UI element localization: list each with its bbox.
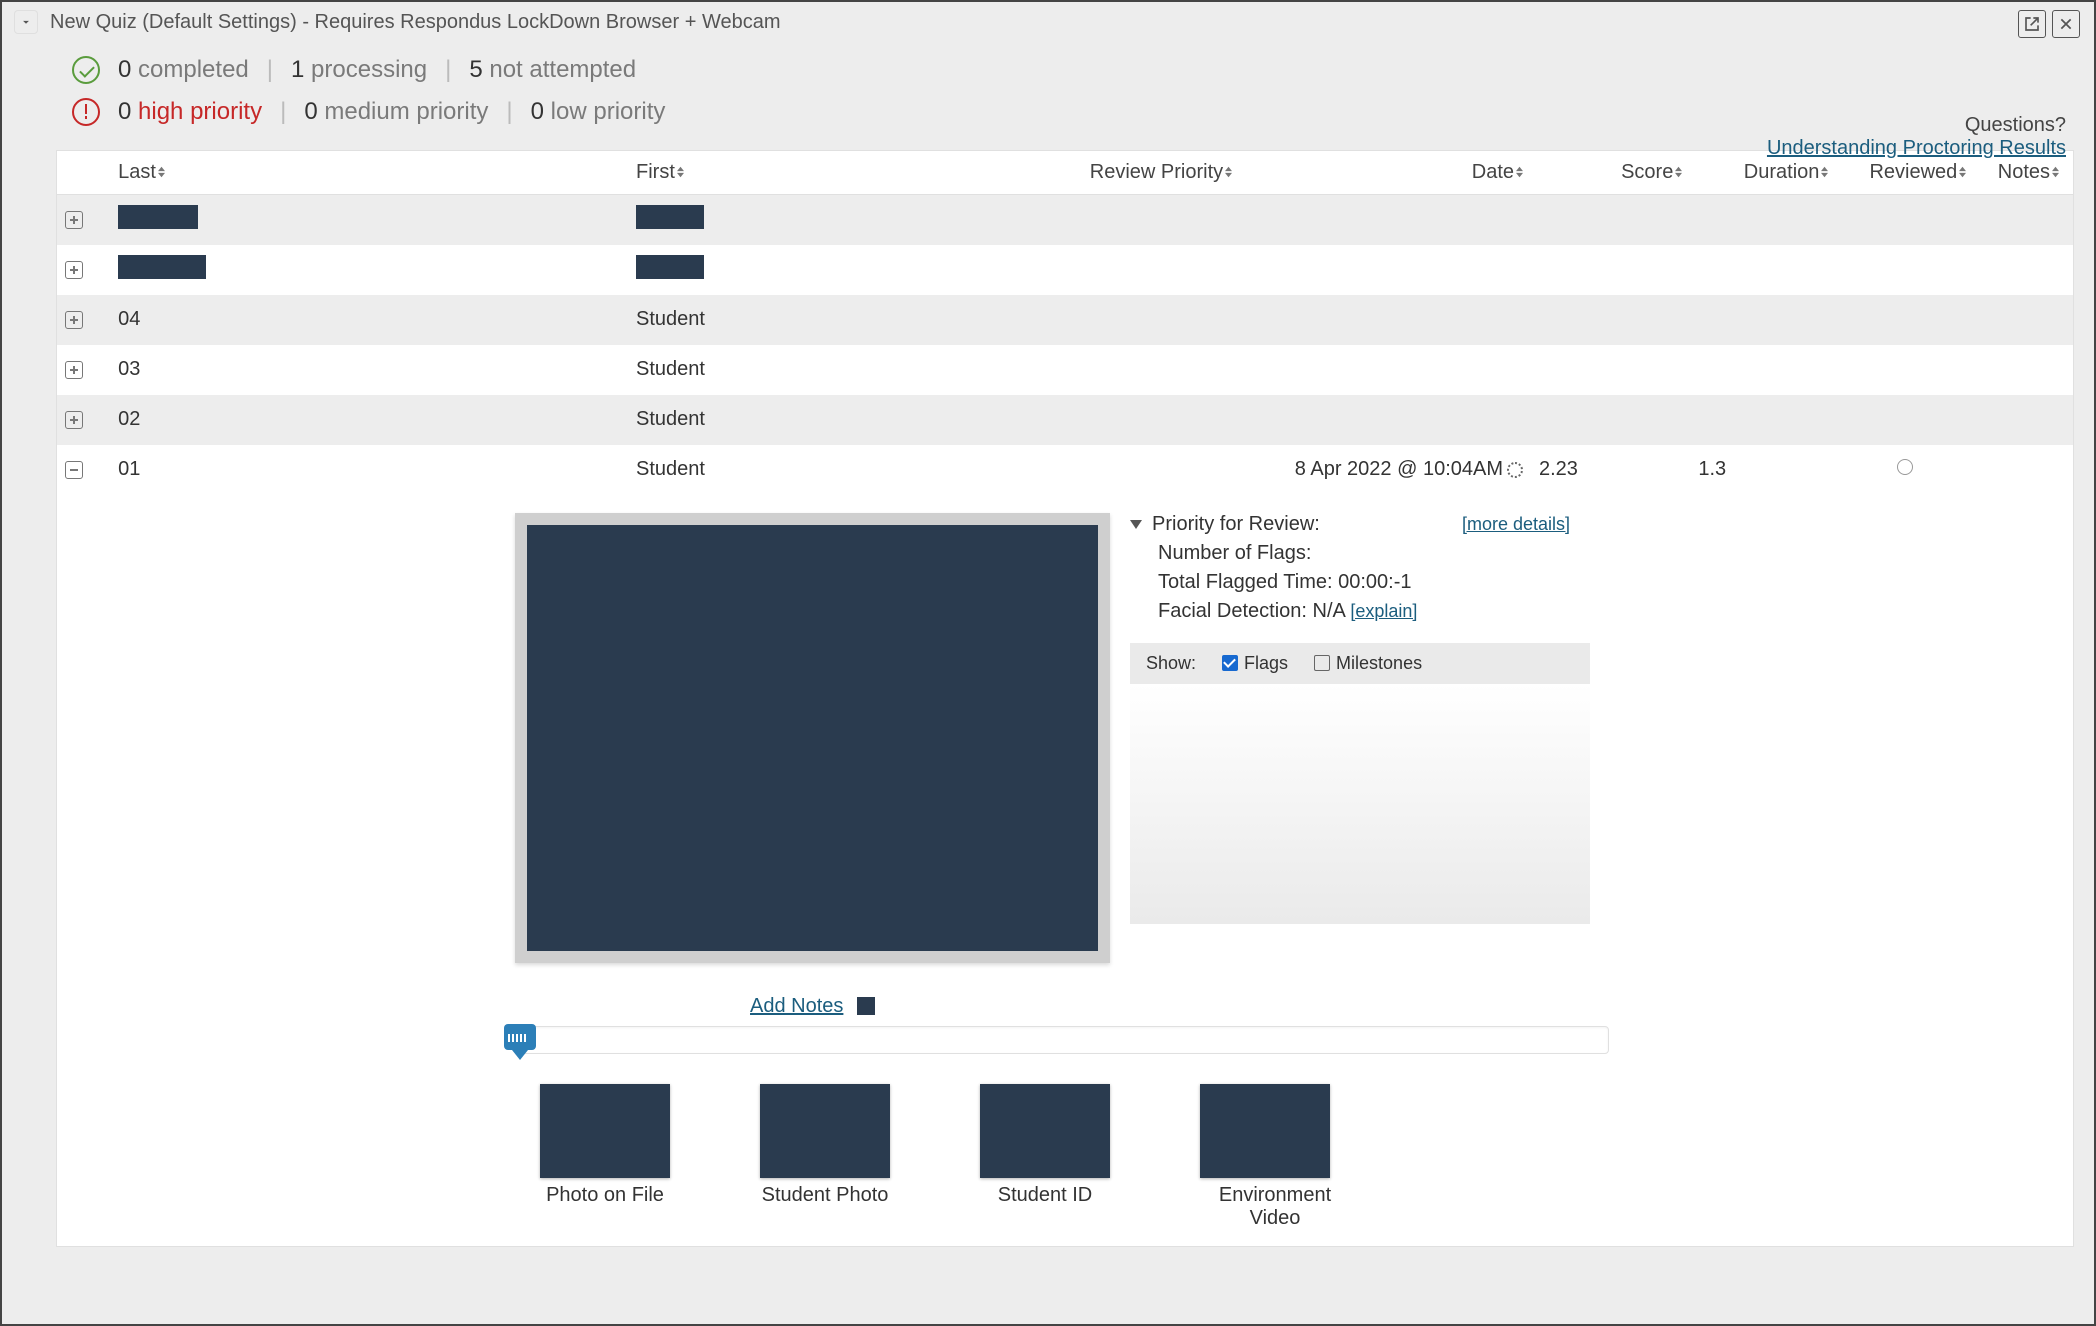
sort-icon — [158, 161, 165, 184]
redacted-first — [636, 205, 704, 229]
med-prio-count: 0 — [304, 98, 317, 125]
priority-label: Priority for Review: — [1152, 513, 1320, 536]
cell-first: Student — [628, 445, 1066, 495]
cell-first: Student — [628, 295, 1066, 345]
page-title: New Quiz (Default Settings) - Requires R… — [50, 11, 781, 34]
cell-first: Student — [628, 345, 1066, 395]
high-prio-count: 0 — [118, 98, 131, 125]
collapse-panel-button[interactable] — [14, 10, 38, 34]
expand-row-button[interactable] — [65, 361, 83, 379]
expand-row-button[interactable] — [65, 311, 83, 329]
loading-spinner-icon — [1507, 462, 1523, 478]
timeline-scrubber[interactable] — [515, 1026, 1609, 1054]
sort-icon — [1225, 161, 1232, 184]
flagged-time-value: 00:00:-1 — [1338, 571, 1411, 593]
sort-icon — [677, 161, 684, 184]
sort-icon — [2052, 161, 2059, 184]
table-row[interactable]: 02 Student — [57, 395, 2073, 445]
flags-checkbox[interactable] — [1222, 655, 1238, 671]
col-score[interactable]: Score — [1531, 151, 1690, 195]
thumb-student-id[interactable]: Student ID — [980, 1084, 1110, 1230]
more-details-link[interactable]: [more details] — [1462, 514, 1590, 535]
col-last[interactable]: Last — [110, 151, 628, 195]
collapse-row-button[interactable] — [65, 461, 83, 479]
notes-icon — [857, 997, 875, 1015]
sort-icon — [1675, 161, 1682, 184]
processing-label: processing — [311, 56, 427, 83]
expand-row-button[interactable] — [65, 411, 83, 429]
milestones-checkbox[interactable] — [1314, 655, 1330, 671]
thumb-environment-video[interactable]: Environment Video — [1200, 1084, 1350, 1230]
redacted-first — [636, 255, 704, 279]
table-row[interactable] — [57, 195, 2073, 245]
check-circle-icon — [72, 56, 100, 84]
med-prio-label: medium priority — [324, 98, 488, 125]
cell-last: 03 — [110, 345, 628, 395]
sort-icon — [1516, 161, 1523, 184]
col-first[interactable]: First — [628, 151, 1066, 195]
add-notes-link[interactable]: Add Notes — [750, 995, 843, 1017]
cell-first: Student — [628, 395, 1066, 445]
low-prio-count: 0 — [531, 98, 544, 125]
milestones-checkbox-label[interactable]: Milestones — [1314, 653, 1422, 674]
flags-label: Number of Flags: — [1158, 542, 1590, 565]
high-prio-label: high priority — [138, 98, 262, 125]
table-row[interactable] — [57, 245, 2073, 295]
col-date[interactable]: Date — [1252, 151, 1531, 195]
thumb-student-photo[interactable]: Student Photo — [760, 1084, 890, 1230]
cell-date: 8 Apr 2022 @ 10:04AM — [1295, 458, 1503, 480]
col-review-priority[interactable]: Review Priority — [1066, 151, 1252, 195]
cell-last: 01 — [110, 445, 628, 495]
processing-count: 1 — [291, 56, 304, 83]
chevron-down-icon — [19, 15, 33, 29]
timeline-cursor[interactable] — [504, 1024, 536, 1050]
help-question: Questions? — [1767, 114, 2066, 137]
thumb-photo-on-file[interactable]: Photo on File — [540, 1084, 670, 1230]
facial-label: Facial Detection: — [1158, 600, 1307, 622]
facial-value: N/A — [1313, 600, 1345, 622]
explain-link[interactable]: [explain] — [1350, 601, 1417, 621]
show-label: Show: — [1146, 653, 1196, 674]
table-row[interactable]: 01 Student 8 Apr 2022 @ 10:04AM 2.23 1.3 — [57, 445, 2073, 495]
not-attempted-count: 5 — [469, 56, 482, 83]
flags-checkbox-label[interactable]: Flags — [1222, 653, 1288, 674]
external-link-icon — [2024, 16, 2040, 32]
video-preview[interactable] — [515, 513, 1110, 963]
not-attempted-label: not attempted — [489, 56, 636, 83]
expand-row-button[interactable] — [65, 211, 83, 229]
close-button[interactable] — [2052, 10, 2080, 38]
flagged-time-label: Total Flagged Time: — [1158, 571, 1333, 593]
table-row[interactable]: 03 Student — [57, 345, 2073, 395]
cell-duration: 1.3 — [1690, 445, 1836, 495]
reviewed-toggle[interactable] — [1897, 459, 1913, 475]
cell-last: 04 — [110, 295, 628, 345]
completed-label: completed — [138, 56, 249, 83]
sort-icon — [1959, 161, 1966, 184]
understanding-results-link[interactable]: Understanding Proctoring Results — [1767, 137, 2066, 160]
expand-row-button[interactable] — [65, 261, 83, 279]
redacted-last — [118, 205, 198, 229]
cell-last: 02 — [110, 395, 628, 445]
detail-row: Priority for Review: [more details] Numb… — [57, 495, 2073, 1246]
completed-count: 0 — [118, 56, 131, 83]
alert-circle-icon — [72, 98, 100, 126]
cell-score: 2.23 — [1531, 445, 1690, 495]
close-icon — [2059, 17, 2073, 31]
collapse-details-button[interactable] — [1130, 520, 1142, 529]
redacted-last — [118, 255, 206, 279]
sort-icon — [1821, 161, 1828, 184]
open-external-button[interactable] — [2018, 10, 2046, 38]
low-prio-label: low priority — [551, 98, 666, 125]
table-row[interactable]: 04 Student — [57, 295, 2073, 345]
